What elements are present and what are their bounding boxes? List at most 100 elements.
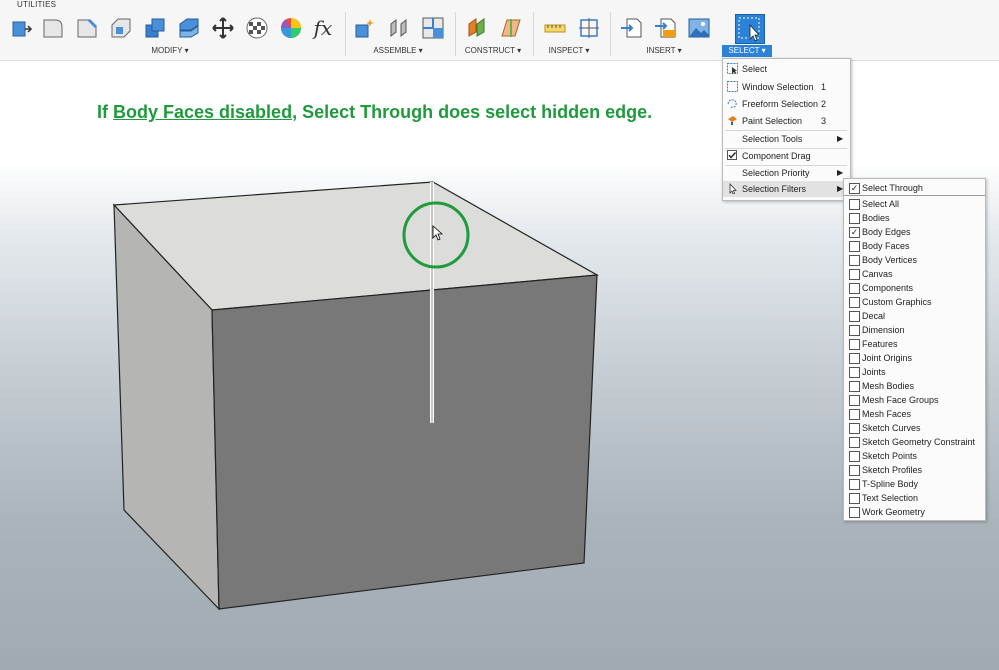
section-analysis-icon[interactable]: [576, 14, 602, 42]
move-copy-icon[interactable]: [210, 14, 236, 42]
menu-item-selection-priority[interactable]: Selection Priority ▶: [723, 165, 850, 181]
filter-item-sketch-profiles[interactable]: Sketch Profiles: [844, 463, 985, 477]
filter-item-mesh-face-groups[interactable]: Mesh Face Groups: [844, 393, 985, 407]
filter-item-mesh-faces[interactable]: Mesh Faces: [844, 407, 985, 421]
utilities-tab[interactable]: UTILITIES: [17, 0, 56, 9]
checkbox-unchecked-icon[interactable]: [849, 311, 860, 322]
filter-item-body-faces[interactable]: Body Faces: [844, 239, 985, 253]
menu-item-component-drag[interactable]: Component Drag: [723, 148, 850, 164]
checkbox-unchecked-icon[interactable]: [849, 199, 860, 210]
window-selection-icon: [727, 81, 738, 92]
checkbox-checked-icon[interactable]: [727, 150, 738, 161]
insert-menu[interactable]: INSERT ▾: [636, 46, 692, 55]
filter-item-select-all[interactable]: Select All: [844, 197, 985, 211]
filter-item-select-through[interactable]: ✓ Select Through: [844, 181, 985, 196]
filter-label: Dimension: [862, 325, 905, 335]
fillet-icon[interactable]: [40, 14, 66, 42]
filter-item-body-vertices[interactable]: Body Vertices: [844, 253, 985, 267]
filter-label: Decal: [862, 311, 886, 321]
filter-item-sketch-geometry-constraint[interactable]: Sketch Geometry Constraint: [844, 435, 985, 449]
joint-icon[interactable]: [386, 14, 412, 42]
assemble-menu[interactable]: ASSEMBLE ▾: [365, 46, 431, 55]
filter-label: Sketch Points: [862, 451, 918, 461]
parameters-fx-icon[interactable]: fx: [310, 14, 336, 42]
menu-item-selection-filters[interactable]: Selection Filters ▶: [723, 181, 850, 197]
filter-item-work-geometry[interactable]: Work Geometry: [844, 505, 985, 519]
checkbox-unchecked-icon[interactable]: [849, 395, 860, 406]
chamfer-icon[interactable]: [74, 14, 100, 42]
filter-item-custom-graphics[interactable]: Custom Graphics: [844, 295, 985, 309]
checkbox-unchecked-icon[interactable]: [849, 479, 860, 490]
filter-label: T-Spline Body: [862, 479, 919, 489]
checkbox-unchecked-icon[interactable]: [849, 367, 860, 378]
filter-item-text-selection[interactable]: Text Selection: [844, 491, 985, 505]
menu-item-select[interactable]: Select: [723, 61, 850, 77]
filter-item-t-spline-body[interactable]: T-Spline Body: [844, 477, 985, 491]
appearance-icon[interactable]: [278, 14, 304, 42]
replace-face-icon[interactable]: [176, 14, 202, 42]
measure-icon[interactable]: [542, 14, 568, 42]
checkbox-checked-icon[interactable]: ✓: [849, 183, 860, 194]
combine-icon[interactable]: [142, 14, 168, 42]
menu-item-freeform-selection[interactable]: Freeform Selection 2: [723, 96, 850, 112]
menu-item-selection-tools[interactable]: Selection Tools ▶: [723, 131, 850, 147]
checkbox-unchecked-icon[interactable]: [849, 381, 860, 392]
filter-label: Sketch Profiles: [862, 465, 923, 475]
checkbox-unchecked-icon[interactable]: [849, 325, 860, 336]
checkbox-unchecked-icon[interactable]: [849, 353, 860, 364]
shell-icon[interactable]: [108, 14, 134, 42]
filter-label: Custom Graphics: [862, 297, 932, 307]
filter-label: Work Geometry: [862, 507, 925, 517]
checkbox-unchecked-icon[interactable]: [849, 339, 860, 350]
cube-front-face[interactable]: [211, 274, 598, 610]
checkbox-unchecked-icon[interactable]: [849, 451, 860, 462]
checkbox-unchecked-icon[interactable]: [849, 423, 860, 434]
insert-canvas-icon[interactable]: [686, 14, 712, 42]
checkbox-unchecked-icon[interactable]: [849, 507, 860, 518]
filter-item-mesh-bodies[interactable]: Mesh Bodies: [844, 379, 985, 393]
checkbox-unchecked-icon[interactable]: [849, 213, 860, 224]
modify-menu[interactable]: MODIFY ▾: [140, 46, 200, 55]
checkbox-unchecked-icon[interactable]: [849, 269, 860, 280]
insert-derive-icon[interactable]: [618, 14, 644, 42]
filter-label: Select Through: [862, 183, 923, 193]
checkbox-unchecked-icon[interactable]: [849, 437, 860, 448]
checkbox-unchecked-icon[interactable]: [849, 465, 860, 476]
insert-mcmaster-icon[interactable]: [652, 14, 678, 42]
select-menu-tab[interactable]: SELECT ▾: [722, 45, 772, 57]
checkbox-unchecked-icon[interactable]: [849, 409, 860, 420]
filter-item-features[interactable]: Features: [844, 337, 985, 351]
checkbox-checked-icon[interactable]: ✓: [849, 227, 860, 238]
inspect-menu[interactable]: INSPECT ▾: [540, 46, 598, 55]
press-pull-icon[interactable]: [8, 14, 34, 42]
filter-item-dimension[interactable]: Dimension: [844, 323, 985, 337]
physical-material-icon[interactable]: [244, 14, 270, 42]
construct-menu[interactable]: CONSTRUCT ▾: [460, 46, 526, 55]
filter-item-joints[interactable]: Joints: [844, 365, 985, 379]
filter-item-bodies[interactable]: Bodies: [844, 211, 985, 225]
filter-item-canvas[interactable]: Canvas: [844, 267, 985, 281]
menu-item-paint-selection[interactable]: Paint Selection 3: [723, 113, 850, 129]
separator: [533, 12, 534, 56]
select-tool-button[interactable]: [735, 14, 765, 44]
filter-label: Joint Origins: [862, 353, 913, 363]
filter-item-decal[interactable]: Decal: [844, 309, 985, 323]
filter-item-components[interactable]: Components: [844, 281, 985, 295]
cursor-icon: [727, 182, 738, 195]
checkbox-unchecked-icon[interactable]: [849, 255, 860, 266]
separator: [455, 12, 456, 56]
menu-item-window-selection[interactable]: Window Selection 1: [723, 79, 850, 95]
filter-item-sketch-points[interactable]: Sketch Points: [844, 449, 985, 463]
checkbox-unchecked-icon[interactable]: [849, 297, 860, 308]
checkbox-unchecked-icon[interactable]: [849, 493, 860, 504]
filter-item-joint-origins[interactable]: Joint Origins: [844, 351, 985, 365]
new-component-icon[interactable]: [352, 14, 378, 42]
filter-label: Joints: [862, 367, 886, 377]
as-built-joint-icon[interactable]: [420, 14, 446, 42]
checkbox-unchecked-icon[interactable]: [849, 241, 860, 252]
filter-item-sketch-curves[interactable]: Sketch Curves: [844, 421, 985, 435]
checkbox-unchecked-icon[interactable]: [849, 283, 860, 294]
offset-plane-icon[interactable]: [464, 14, 490, 42]
plane-at-angle-icon[interactable]: [498, 14, 524, 42]
filter-item-body-edges[interactable]: ✓ Body Edges: [844, 225, 985, 239]
